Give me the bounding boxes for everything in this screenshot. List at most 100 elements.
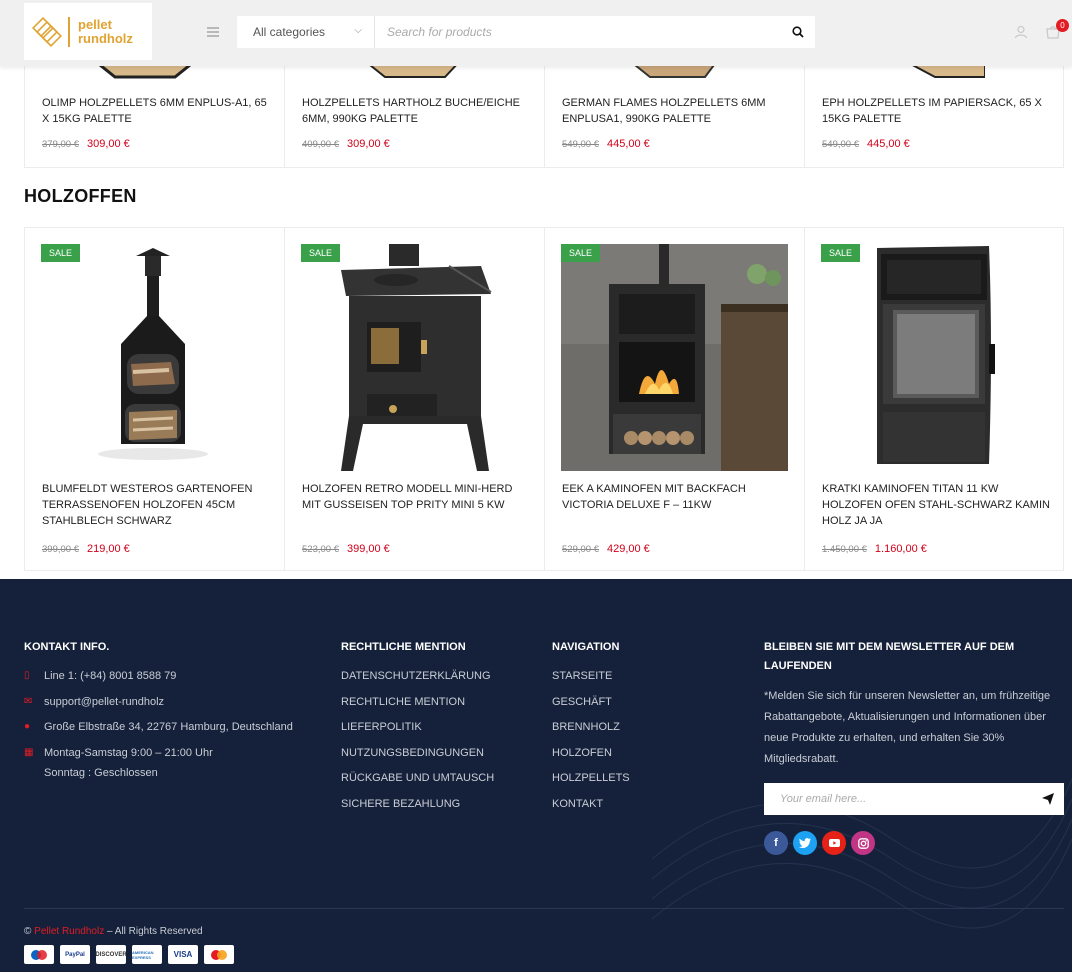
search-bar: All categories ⌵ bbox=[237, 16, 815, 48]
product-card[interactable]: SALE HOLZOFEN RETRO MODELL MINI-HERD MIT… bbox=[284, 227, 544, 571]
footer-link[interactable]: HOLZOFEN bbox=[552, 747, 752, 773]
mastercard-logo bbox=[211, 949, 227, 960]
user-icon[interactable] bbox=[1014, 25, 1028, 39]
twitter-icon[interactable] bbox=[793, 831, 817, 855]
search-icon bbox=[792, 26, 804, 38]
site-logo[interactable]: pellet rundholz bbox=[24, 3, 152, 60]
footer-heading: RECHTLICHE MENTION bbox=[341, 641, 466, 653]
footer-link[interactable]: RÜCKGABE UND UMTAUSCH bbox=[341, 772, 541, 798]
product-image[interactable]: SALE bbox=[561, 244, 788, 471]
footer-newsletter: BLEIBEN SIE MIT DEM NEWSLETTER AUF DEM L… bbox=[764, 638, 1064, 770]
contact-address-text: Große Elbstraße 34, 22767 Hamburg, Deuts… bbox=[44, 721, 293, 734]
footer-link[interactable]: HOLZPELLETS bbox=[552, 772, 752, 798]
footer-heading: NAVIGATION bbox=[552, 641, 620, 653]
calendar-icon: ▦ bbox=[24, 746, 34, 758]
old-price: 523,00 € bbox=[302, 544, 339, 555]
sale-price: 219,00 € bbox=[86, 543, 130, 555]
contact-hours-weekday: Montag-Samstag 9:00 – 21:00 Uhr bbox=[44, 746, 213, 759]
copyright-brand-link[interactable]: Pellet Rundholz bbox=[34, 926, 104, 937]
old-price: 399,00 € bbox=[42, 544, 79, 555]
contact-email-text[interactable]: support@pellet-rundholz bbox=[44, 696, 164, 708]
payment-methods: PayPal DISCOVER AMERICAN EXPRESS VISA bbox=[24, 945, 234, 964]
copyright-symbol: © bbox=[24, 926, 32, 937]
mail-icon: ✉ bbox=[24, 695, 33, 707]
footer-link[interactable]: STARSEITE bbox=[552, 670, 752, 696]
facebook-icon[interactable]: f bbox=[764, 831, 788, 855]
product-card[interactable]: SALE KRATKI KAMINOFEN TITAN 11 KW HOLZOF… bbox=[804, 227, 1064, 571]
product-title[interactable]: GERMAN FLAMES HOLZPELLETS 6MM ENPLUSA1, … bbox=[562, 95, 790, 127]
footer-link[interactable]: LIEFERPOLITIK bbox=[341, 721, 541, 747]
product-card[interactable]: SALE BLUMFELDT WESTEROS GARTENOFEN TERRA… bbox=[24, 227, 284, 571]
old-price: 1.450,00 € bbox=[822, 544, 867, 555]
sale-price: 1.160,00 € bbox=[874, 543, 927, 555]
maestro-icon bbox=[24, 945, 54, 964]
contact-address: ● Große Elbstraße 34, 22767 Hamburg, Deut… bbox=[24, 721, 324, 747]
product-prices: 399,00 € 219,00 € bbox=[42, 539, 130, 557]
footer-link[interactable]: KONTAKT bbox=[552, 798, 752, 824]
newsletter-submit-button[interactable] bbox=[1032, 783, 1064, 815]
location-pin-icon: ● bbox=[24, 721, 31, 733]
product-image[interactable]: SALE bbox=[821, 244, 1048, 471]
product-card[interactable]: SALE EEK A KAMINOFEN MIT BACKFACH VICTOR… bbox=[544, 227, 804, 571]
search-input[interactable] bbox=[375, 16, 781, 48]
product-image[interactable]: SALE bbox=[301, 244, 528, 471]
menu-icon[interactable] bbox=[207, 27, 219, 39]
sale-badge: SALE bbox=[561, 244, 601, 262]
search-button[interactable] bbox=[781, 16, 815, 48]
logo-line-1: pellet bbox=[78, 16, 112, 32]
product-title[interactable]: OLIMP HOLZPELLETS 6MM ENPLUS-A1, 65 X 15… bbox=[42, 95, 270, 127]
send-icon bbox=[1042, 793, 1054, 805]
sale-badge: SALE bbox=[821, 244, 861, 262]
category-select[interactable]: All categories ⌵ bbox=[237, 16, 375, 48]
newsletter-text: *Melden Sie sich für unseren Newsletter … bbox=[764, 690, 1051, 765]
product-title[interactable]: BLUMFELDT WESTEROS GARTENOFEN TERRASSENO… bbox=[42, 481, 272, 529]
product-title[interactable]: HOLZOFEN RETRO MODELL MINI-HERD MIT GUSS… bbox=[302, 481, 532, 513]
old-price: 409,00 € bbox=[302, 139, 339, 150]
footer-divider bbox=[24, 908, 1064, 909]
footer-link[interactable]: DATENSCHUTZERKLÄRUNG bbox=[341, 670, 541, 696]
footer-link[interactable]: BRENNHOLZ bbox=[552, 721, 752, 747]
product-title[interactable]: KRATKI KAMINOFEN TITAN 11 KW HOLZOFEN OF… bbox=[822, 481, 1051, 529]
section-title: HOLZOFFEN bbox=[24, 186, 137, 206]
twitter-bird-icon bbox=[799, 838, 811, 848]
titan-stove-illustration bbox=[877, 246, 995, 464]
product-prices: 379,00 € 309,00 € bbox=[42, 134, 130, 152]
youtube-icon[interactable] bbox=[822, 831, 846, 855]
product-title[interactable]: HOLZPELLETS HARTHOLZ BUCHE/EICHE 6MM, 99… bbox=[302, 95, 530, 127]
sale-price: 445,00 € bbox=[606, 138, 650, 150]
newsletter-email-input[interactable] bbox=[764, 793, 1032, 805]
footer-link[interactable]: GESCHÄFT bbox=[552, 696, 752, 722]
instagram-camera-icon bbox=[857, 837, 869, 849]
mastercard-icon bbox=[204, 945, 234, 964]
product-prices: 549,00 € 445,00 € bbox=[822, 134, 910, 152]
youtube-play-icon bbox=[828, 839, 840, 847]
sale-price: 309,00 € bbox=[346, 138, 390, 150]
footer-link[interactable]: SICHERE BEZAHLUNG bbox=[341, 798, 541, 824]
chevron-down-icon: ⌵ bbox=[354, 25, 362, 36]
footer-heading: BLEIBEN SIE MIT DEM NEWSLETTER AUF DEM L… bbox=[764, 641, 1015, 672]
footer-navigation: NAVIGATION STARSEITE GESCHÄFT BRENNHOLZ … bbox=[552, 638, 752, 824]
sale-price: 445,00 € bbox=[866, 138, 910, 150]
contact-hours-sunday: Sonntag : Geschlossen bbox=[44, 766, 158, 779]
logo-mark-icon bbox=[32, 16, 62, 47]
product-title[interactable]: EPH HOLZPELLETS IM PAPIERSACK, 65 X 15KG… bbox=[822, 95, 1049, 127]
product-prices: 409,00 € 309,00 € bbox=[302, 134, 390, 152]
contact-email[interactable]: ✉ support@pellet-rundholz bbox=[24, 696, 324, 722]
product-title[interactable]: EEK A KAMINOFEN MIT BACKFACH VICTORIA DE… bbox=[562, 481, 792, 513]
contact-phone-text: Line 1: (+84) 8001 8588 79 bbox=[44, 670, 177, 682]
footer-link[interactable]: RECHTLICHE MENTION bbox=[341, 696, 541, 722]
footer-link[interactable]: NUTZUNGSBEDINGUNGEN bbox=[341, 747, 541, 773]
maestro-logo bbox=[31, 949, 47, 960]
product-image[interactable]: SALE bbox=[41, 244, 268, 471]
product-prices: 1.450,00 € 1.160,00 € bbox=[822, 539, 927, 557]
phone-icon: ▯ bbox=[24, 670, 30, 681]
fireplace-stove-photo bbox=[561, 244, 788, 471]
instagram-icon[interactable] bbox=[851, 831, 875, 855]
sale-badge: SALE bbox=[301, 244, 341, 262]
garden-stove-illustration bbox=[98, 248, 208, 460]
site-header: pellet rundholz All categories ⌵ 0 bbox=[0, 0, 1072, 66]
stove-product-grid: SALE BLUMFELDT WESTEROS GARTENOFEN TERRA… bbox=[24, 227, 1064, 571]
discover-icon: DISCOVER bbox=[95, 945, 127, 964]
logo-line-2: rundholz bbox=[78, 30, 133, 46]
cart-count-badge: 0 bbox=[1056, 19, 1069, 32]
